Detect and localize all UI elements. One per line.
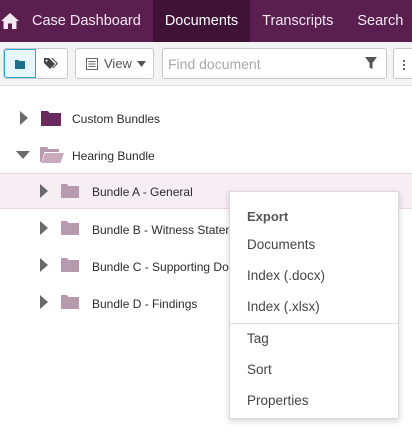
tree-label: Bundle C - Supporting Doc bbox=[92, 260, 235, 274]
tree-label: Bundle D - Findings bbox=[92, 297, 198, 311]
tree-row-hearing-bundle[interactable]: Hearing Bundle bbox=[0, 137, 412, 173]
chevron-right-icon[interactable] bbox=[40, 295, 48, 309]
toolbar: View bbox=[0, 42, 412, 86]
export-header: Export bbox=[247, 209, 289, 224]
tree-label: Hearing Bundle bbox=[72, 149, 155, 163]
folder-icon bbox=[61, 258, 79, 272]
menu-item-index-docx[interactable]: Index (.docx) bbox=[247, 268, 325, 283]
filter-icon[interactable] bbox=[365, 57, 377, 70]
menu-item-documents[interactable]: Documents bbox=[247, 237, 315, 252]
view-mode-toggle bbox=[3, 48, 68, 79]
menu-item-tag[interactable]: Tag bbox=[247, 331, 269, 346]
menu-item-index-xlsx[interactable]: Index (.xlsx) bbox=[247, 299, 320, 314]
list-icon bbox=[403, 60, 405, 70]
tree-label: Bundle A - General bbox=[92, 185, 193, 199]
tab-documents[interactable]: Documents bbox=[152, 0, 251, 42]
folder-icon bbox=[61, 221, 79, 235]
search-input[interactable] bbox=[163, 49, 359, 78]
folder-open-icon bbox=[40, 147, 64, 163]
folder-icon bbox=[61, 295, 79, 309]
chevron-right-icon[interactable] bbox=[40, 184, 48, 198]
tab-transcripts[interactable]: Transcripts bbox=[250, 0, 345, 42]
tree-row-custom-bundles[interactable]: Custom Bundles bbox=[0, 100, 412, 136]
tab-search[interactable]: Search bbox=[345, 0, 412, 42]
menu-item-properties[interactable]: Properties bbox=[247, 393, 309, 408]
folder-icon bbox=[41, 111, 61, 126]
list-options-button[interactable] bbox=[393, 48, 412, 79]
home-button[interactable] bbox=[0, 0, 20, 42]
view-label: View bbox=[104, 56, 132, 71]
top-nav: Case Dashboard Documents Transcripts Sea… bbox=[0, 0, 412, 42]
tree-label: Custom Bundles bbox=[72, 112, 161, 126]
tab-case-dashboard[interactable]: Case Dashboard bbox=[20, 0, 153, 42]
tree-label: Bundle B - Witness Statem bbox=[92, 223, 236, 237]
home-icon bbox=[1, 13, 19, 29]
chevron-down-icon[interactable] bbox=[16, 151, 30, 159]
list-icon bbox=[86, 57, 98, 70]
folder-icon bbox=[14, 59, 25, 69]
caret-down-icon bbox=[136, 60, 146, 67]
tag-icon bbox=[44, 57, 59, 69]
menu-item-sort[interactable]: Sort bbox=[247, 362, 272, 377]
folder-view-button[interactable] bbox=[4, 49, 36, 78]
chevron-right-icon[interactable] bbox=[20, 111, 28, 125]
chevron-right-icon[interactable] bbox=[40, 258, 48, 272]
menu-divider bbox=[230, 323, 398, 324]
chevron-right-icon[interactable] bbox=[40, 221, 48, 235]
find-document-search bbox=[162, 48, 387, 79]
tag-view-button[interactable] bbox=[36, 49, 67, 78]
context-menu: Export Documents Index (.docx) Index (.x… bbox=[229, 191, 399, 419]
folder-icon bbox=[61, 184, 79, 198]
view-dropdown-button[interactable]: View bbox=[75, 48, 154, 79]
